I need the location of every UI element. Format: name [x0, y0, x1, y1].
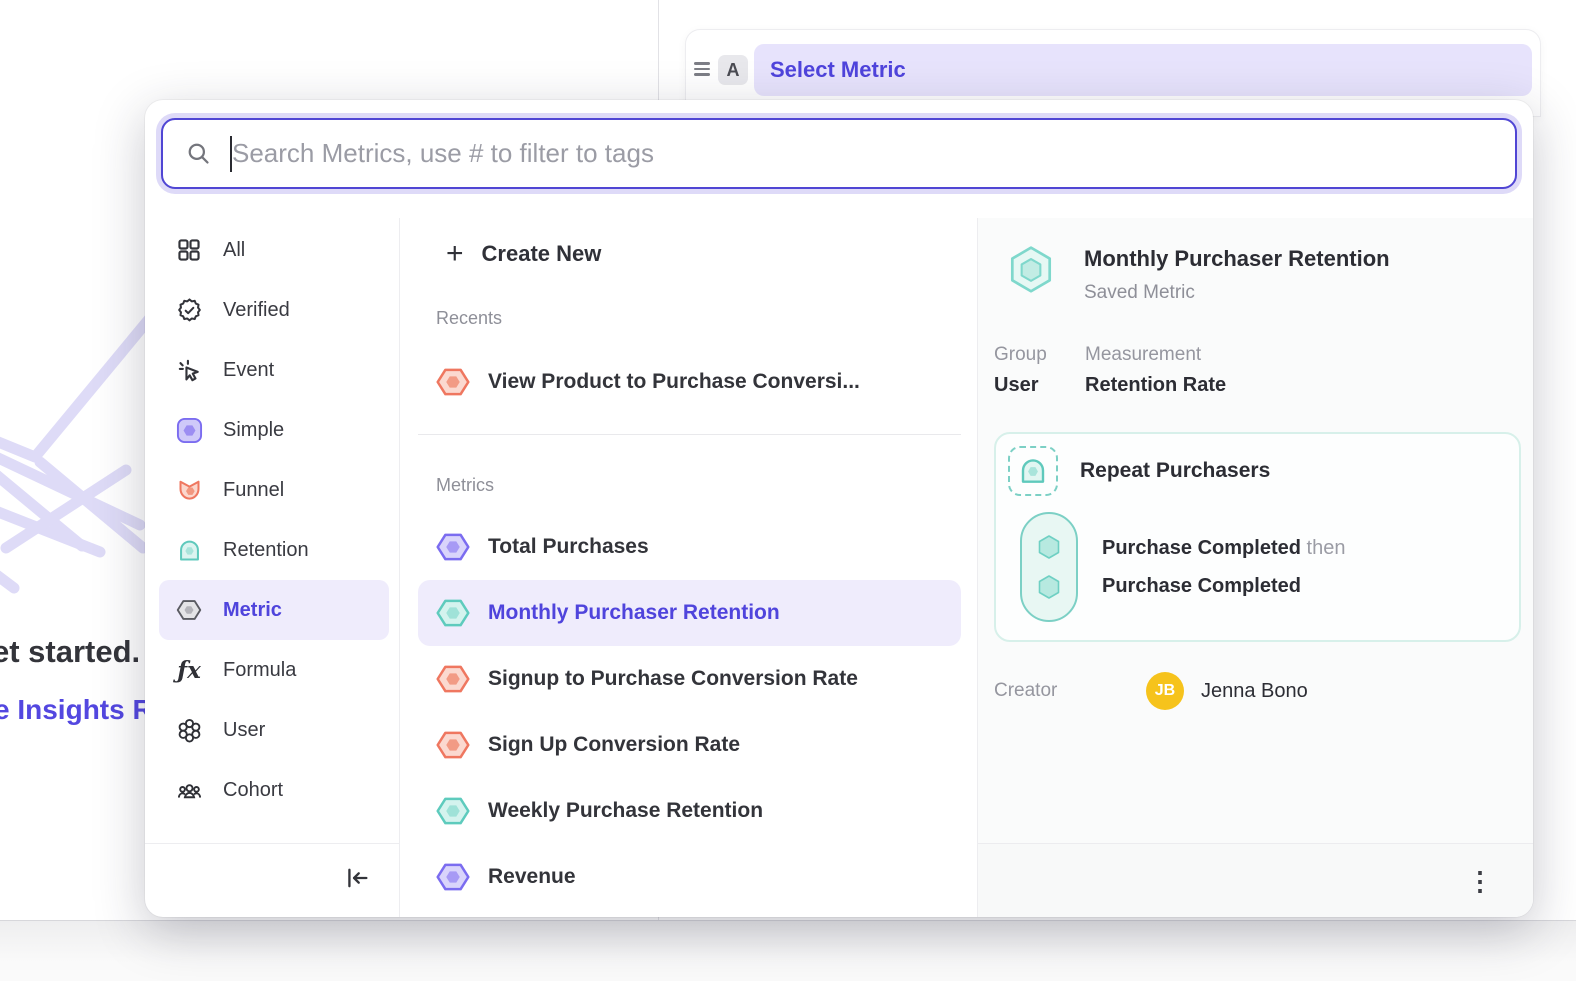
funnel-icon: [175, 476, 203, 504]
group-value: User: [994, 374, 1085, 397]
measurement-label: Measurement: [1085, 344, 1226, 366]
search-input[interactable]: [232, 138, 1493, 169]
verified-badge-icon: [175, 296, 203, 324]
detail-subtitle: Saved Metric: [1084, 282, 1390, 304]
sidebar-item-verified[interactable]: Verified: [145, 280, 399, 340]
collapse-sidebar-icon[interactable]: [343, 864, 371, 897]
metric-item-label: Revenue: [488, 865, 576, 889]
create-new-button[interactable]: + Create New: [400, 232, 977, 276]
sidebar-item-label: Retention: [223, 539, 309, 562]
dashed-retention-icon: [1008, 446, 1058, 496]
sidebar-item-retention[interactable]: Retention: [145, 520, 399, 580]
sidebar-item-simple[interactable]: Simple: [145, 400, 399, 460]
hexagon-purple-icon: [434, 860, 472, 894]
saved-metric-hexagon-icon: [1006, 244, 1056, 304]
search-bar[interactable]: [161, 118, 1517, 189]
sidebar-item-event[interactable]: Event: [145, 340, 399, 400]
step-hexagon-icon: [1035, 533, 1063, 561]
metric-item-signup-to-purchase-conversion-rate[interactable]: Signup to Purchase Conversion Rate: [400, 646, 977, 712]
recent-item-view-product[interactable]: View Product to Purchase Conversi...: [400, 349, 977, 415]
hexagon-teal-icon: [434, 794, 472, 828]
rule-card-title: Repeat Purchasers: [1080, 459, 1270, 483]
sidebar-item-label: Formula: [223, 659, 296, 682]
sidebar-item-all[interactable]: All: [145, 220, 399, 280]
metric-hexagon-icon: [175, 596, 203, 624]
event-cursor-icon: [175, 356, 203, 384]
metric-item-label: Weekly Purchase Retention: [488, 799, 763, 823]
metric-item-weekly-purchase-retention[interactable]: Weekly Purchase Retention: [400, 778, 977, 844]
detail-title: Monthly Purchaser Retention: [1084, 244, 1390, 272]
metric-item-label: Signup to Purchase Conversion Rate: [488, 667, 858, 691]
creator-row: Creator JB Jenna Bono: [994, 672, 1533, 710]
metric-item-label: Monthly Purchaser Retention: [488, 601, 780, 625]
query-block-badge: A: [718, 55, 748, 85]
group-label: Group: [994, 344, 1085, 366]
creator-avatar: JB: [1146, 672, 1184, 710]
hexagon-purple-icon: [434, 530, 472, 564]
metric-detail-panel: Monthly Purchaser Retention Saved Metric…: [978, 218, 1533, 917]
sidebar-item-metric[interactable]: Metric: [145, 580, 399, 640]
sidebar-item-user[interactable]: User: [145, 700, 399, 760]
sidebar-item-label: User: [223, 719, 265, 742]
sidebar-item-label: Cohort: [223, 779, 283, 802]
list-divider: [418, 434, 961, 435]
creator-label: Creator: [994, 680, 1146, 702]
sidebar-item-label: Event: [223, 359, 274, 382]
step-then-text: then: [1307, 537, 1346, 559]
sidebar-item-label: Funnel: [223, 479, 284, 502]
hexagon-orange-icon: [434, 728, 472, 762]
sidebar-item-label: All: [223, 239, 245, 262]
metric-item-revenue[interactable]: Revenue: [400, 844, 977, 910]
sidebar-footer: [145, 843, 399, 917]
cohort-people-icon: [175, 776, 203, 804]
filter-sidebar: All Verified: [145, 218, 400, 917]
sidebar-item-funnel[interactable]: Funnel: [145, 460, 399, 520]
sidebar-item-label: Verified: [223, 299, 290, 322]
user-cluster-icon: [175, 716, 203, 744]
sidebar-item-label: Metric: [223, 599, 282, 622]
step-2-text: Purchase Completed: [1102, 575, 1345, 598]
recent-item-label: View Product to Purchase Conversi...: [488, 370, 860, 394]
metric-item-label: Sign Up Conversion Rate: [488, 733, 740, 757]
retention-definition-card: Repeat Purchasers Purchase Completed the…: [994, 432, 1521, 642]
recents-header: Recents: [436, 308, 977, 329]
more-options-icon[interactable]: ⋮: [1467, 868, 1493, 894]
create-new-label: Create New: [482, 241, 602, 267]
plus-icon: +: [446, 239, 464, 269]
formula-icon: ƒx: [175, 656, 203, 684]
metric-item-monthly-purchaser-retention[interactable]: Monthly Purchaser Retention: [400, 580, 977, 646]
background-bottom-bar: [0, 920, 1576, 981]
background-partial-link[interactable]: e Insights Re: [0, 694, 168, 726]
step-sequence-pill: [1020, 512, 1078, 622]
retention-icon: [175, 536, 203, 564]
search-icon: [185, 140, 212, 167]
grid-icon: [175, 236, 203, 264]
measurement-value: Retention Rate: [1085, 374, 1226, 397]
select-metric-label: Select Metric: [770, 57, 906, 83]
funnel-hexagon-orange-icon: [434, 365, 472, 399]
metric-item-sign-up-conversion-rate[interactable]: Sign Up Conversion Rate: [400, 712, 977, 778]
step-1-text: Purchase Completed then: [1102, 537, 1345, 560]
metric-item-total-purchases[interactable]: Total Purchases: [400, 514, 977, 580]
sidebar-item-cohort[interactable]: Cohort: [145, 760, 399, 820]
sidebar-item-formula[interactable]: ƒx Formula: [145, 640, 399, 700]
select-metric-pill[interactable]: Select Metric: [754, 44, 1532, 96]
hexagon-teal-icon: [434, 596, 472, 630]
hexagon-orange-icon: [434, 662, 472, 696]
background-partial-heading: et started.: [0, 634, 140, 670]
metric-item-label: Total Purchases: [488, 535, 649, 559]
creator-name: Jenna Bono: [1201, 680, 1308, 703]
detail-footer: ⋮: [978, 843, 1533, 917]
metric-picker-modal: All Verified: [145, 100, 1533, 917]
metrics-header: Metrics: [436, 475, 977, 496]
step-hexagon-icon: [1035, 573, 1063, 601]
sidebar-item-label: Simple: [223, 419, 284, 442]
drag-handle-icon[interactable]: [694, 62, 710, 76]
metric-list-column: + Create New Recents View Product to Pur…: [400, 218, 978, 917]
simple-metric-icon: [175, 416, 203, 444]
